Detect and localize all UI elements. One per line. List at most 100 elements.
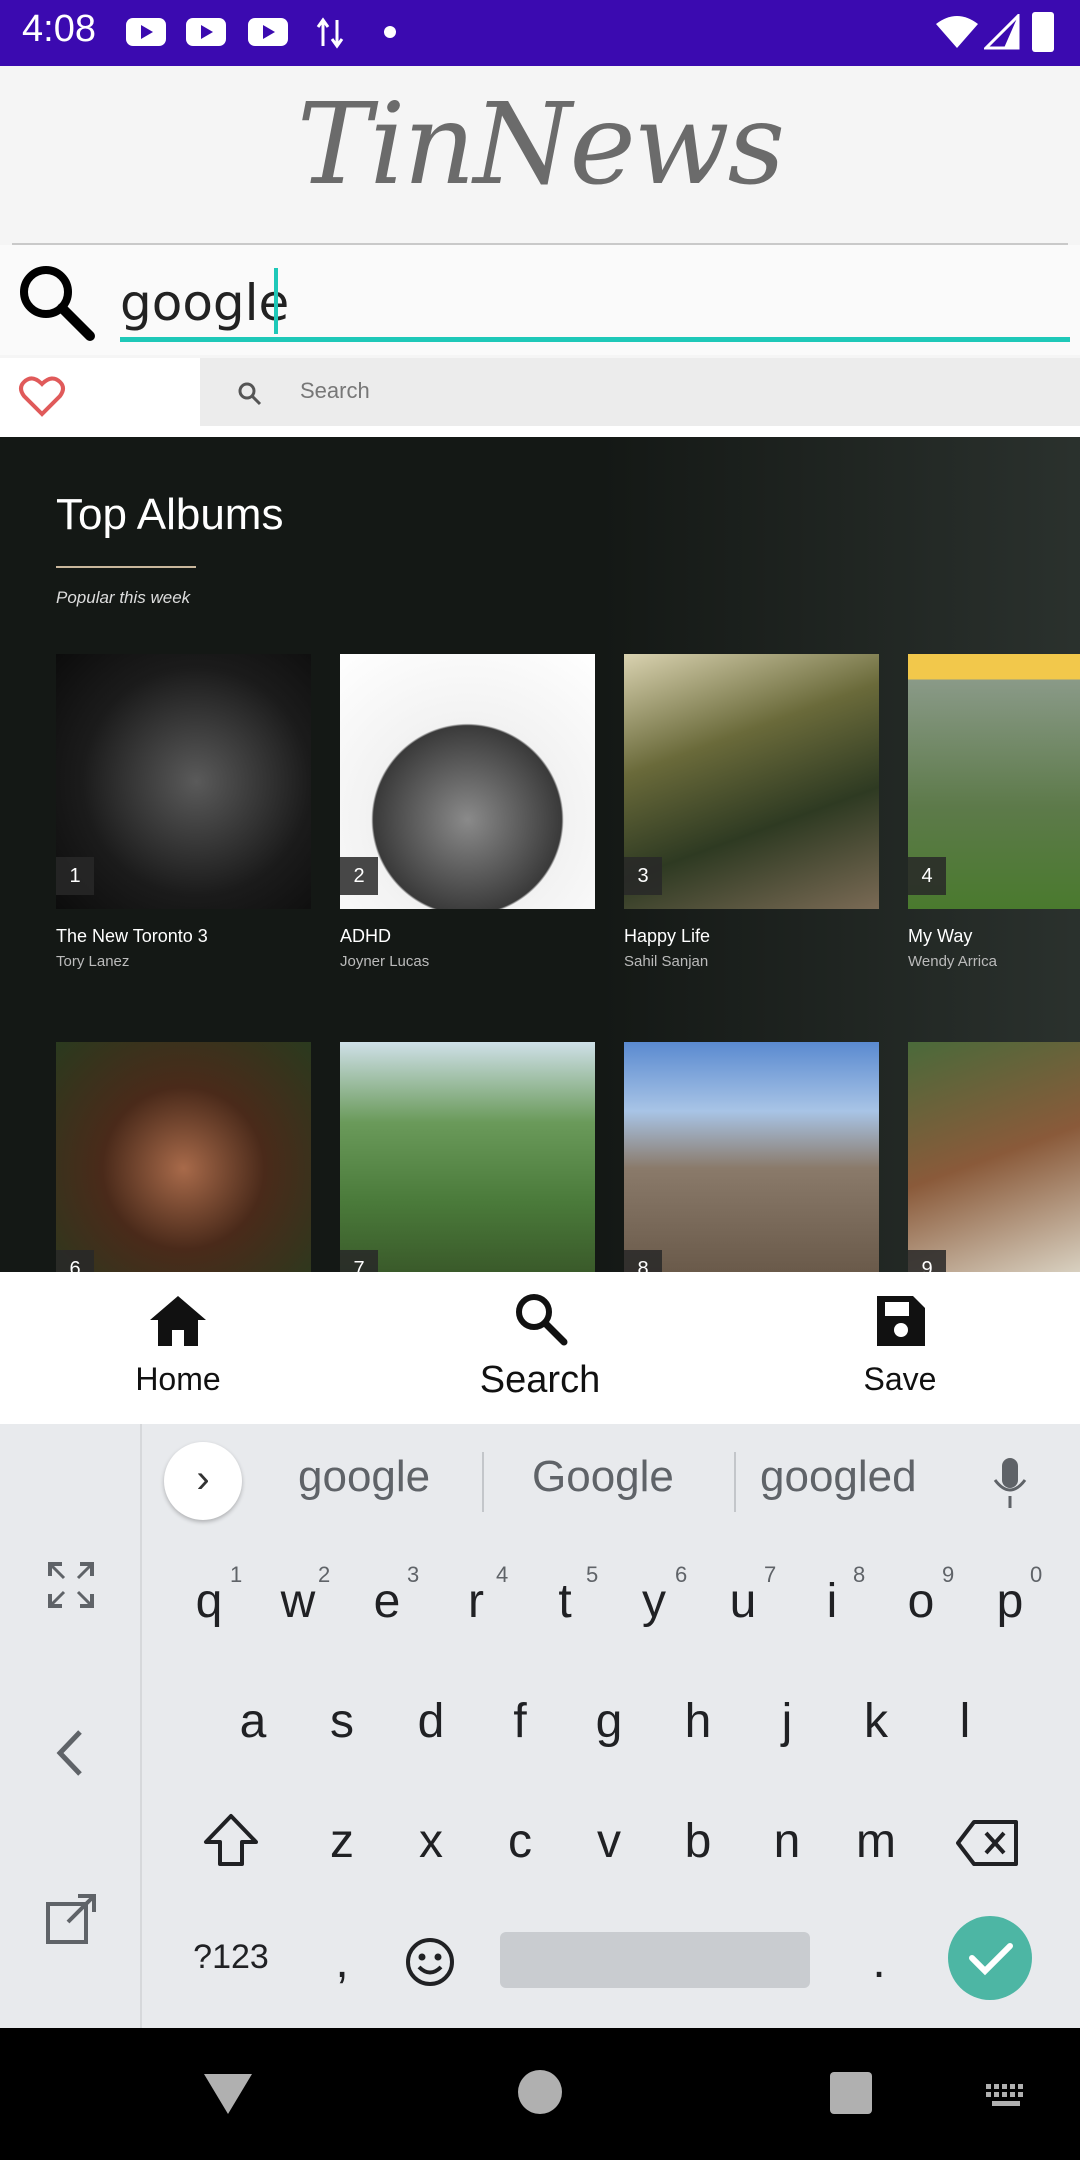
key-comma[interactable]: , [307,1934,377,1989]
album-artist: Wendy Arrica [908,953,997,970]
back-triangle-icon[interactable] [200,2068,256,2120]
album-rank: 7 [340,1250,378,1272]
fullscreen-icon[interactable] [46,1560,96,1610]
album-rank: 9 [908,1250,946,1272]
floating-keyboard-icon[interactable] [44,1890,100,1946]
nav-save[interactable]: Save [800,1280,1000,1398]
key-hint: 4 [496,1562,509,1587]
symbols-key[interactable]: ?123 [186,1938,276,1977]
space-key[interactable] [500,1932,810,1988]
suggestion[interactable]: googled [760,1452,917,1502]
album-rank: 4 [908,857,946,895]
nav-search[interactable]: Search [440,1280,640,1402]
app-title: TinNews [296,80,785,210]
album-artist: Joyner Lucas [340,953,430,970]
nav-search-label: Search [479,1359,601,1401]
status-time: 4:08 [22,8,96,50]
album-artist: Tory Lanez [56,953,130,970]
key-k[interactable]: k [841,1694,911,1749]
album-name[interactable]: The New Toronto 3 [56,926,208,947]
key-a[interactable]: a [218,1694,288,1749]
youtube-notification-icon [186,18,226,46]
album-cover[interactable]: 8 [624,1042,879,1272]
album-rank: 6 [56,1250,94,1272]
search-underline [120,337,1070,342]
nav-home[interactable]: Home [78,1280,278,1398]
home-icon [150,1296,206,1346]
suggestion[interactable]: google [298,1452,430,1502]
key-x[interactable]: x [396,1814,466,1869]
cell-signal-icon [984,14,1020,50]
back-arrow-icon[interactable] [52,1728,88,1778]
expand-suggestions-button[interactable]: › [164,1442,242,1520]
recents-square-icon[interactable] [830,2072,872,2114]
key-hint: 5 [586,1562,599,1587]
check-icon [969,1943,1013,1976]
album-cover[interactable]: 9 [908,1042,1080,1272]
album-rank: 3 [624,857,662,895]
albums-title-rule [56,566,196,568]
key-hint: 9 [942,1562,955,1587]
album-rank: 1 [56,857,94,895]
search-icon [516,1294,568,1346]
web-search-placeholder: Search [300,378,370,403]
key-b[interactable]: b [663,1814,733,1869]
key-g[interactable]: g [574,1694,644,1749]
albums-title: Top Albums [56,490,284,539]
suggestion[interactable]: Google [532,1452,674,1502]
notification-dot-icon [384,26,396,38]
album-name[interactable]: My Way [908,926,972,947]
save-icon [877,1296,925,1346]
keyboard-switch-icon[interactable] [984,2082,1028,2110]
nav-save-label: Save [863,1361,937,1397]
emoji-icon[interactable] [404,1936,456,1988]
text-cursor [274,268,278,334]
album-cover[interactable]: 2 [340,654,595,909]
album-rank: 2 [340,857,378,895]
key-d[interactable]: d [396,1694,466,1749]
data-transfer-icon [316,17,344,49]
album-name[interactable]: Happy Life [624,926,710,947]
key-f[interactable]: f [485,1694,555,1749]
key-z[interactable]: z [307,1814,377,1869]
key-l[interactable]: l [930,1694,1000,1749]
key-c[interactable]: c [485,1814,555,1869]
suggestion-divider [734,1452,736,1512]
album-cover[interactable]: 1 [56,654,311,909]
heart-icon[interactable] [18,374,66,418]
key-hint: 7 [764,1562,777,1587]
key-period[interactable]: . [844,1934,914,1989]
album-cover[interactable]: 6 [56,1042,311,1272]
key-hint: 6 [675,1562,688,1587]
key-hint: 2 [318,1562,331,1587]
nav-home-label: Home [135,1361,221,1397]
albums-subtitle: Popular this week [56,588,191,607]
key-n[interactable]: n [752,1814,822,1869]
key-h[interactable]: h [663,1694,733,1749]
album-cover[interactable]: 4 [908,654,1080,909]
shift-icon[interactable] [202,1812,260,1870]
web-search-icon [238,382,262,406]
album-name[interactable]: ADHD [340,926,391,947]
home-circle-icon[interactable] [518,2070,562,2114]
youtube-notification-icon [126,18,166,46]
key-m[interactable]: m [841,1814,911,1869]
album-rank: 8 [624,1250,662,1272]
key-j[interactable]: j [752,1694,822,1749]
youtube-notification-icon [248,18,288,46]
album-cover[interactable]: 3 [624,654,879,909]
key-hint: 1 [230,1562,243,1587]
key-hint: 8 [853,1562,866,1587]
album-cover[interactable]: 7 [340,1042,595,1272]
suggestion-divider [482,1452,484,1512]
microphone-icon[interactable] [990,1456,1030,1512]
search-input[interactable] [120,268,1068,338]
enter-key[interactable] [948,1916,1032,2000]
key-hint: 0 [1030,1562,1043,1587]
key-hint: 3 [407,1562,420,1587]
battery-icon [1032,12,1054,52]
search-icon[interactable] [12,258,98,344]
backspace-icon[interactable] [956,1818,1020,1868]
key-s[interactable]: s [307,1694,377,1749]
key-v[interactable]: v [574,1814,644,1869]
